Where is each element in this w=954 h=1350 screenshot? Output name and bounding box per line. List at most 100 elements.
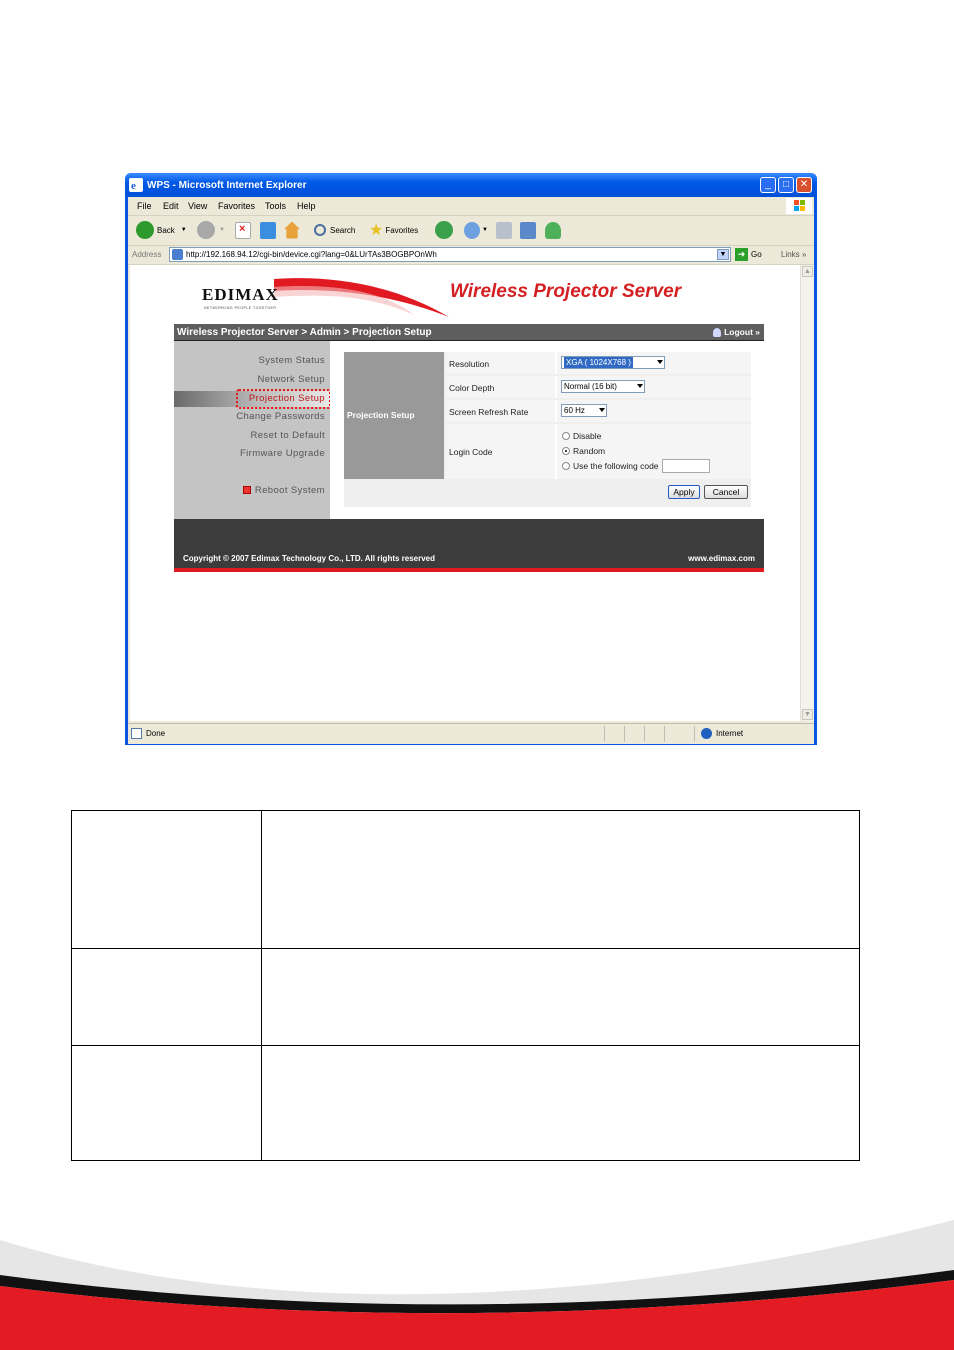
table-row bbox=[72, 948, 859, 1046]
edimax-logo: EDIMAX bbox=[202, 285, 279, 304]
refresh-rate-row: Screen Refresh Rate 60 Hz bbox=[446, 400, 751, 422]
page-icon bbox=[172, 249, 183, 260]
status-separator bbox=[694, 726, 695, 742]
refresh-button[interactable] bbox=[260, 220, 276, 240]
radio-random[interactable] bbox=[562, 447, 570, 455]
table-cell bbox=[72, 948, 262, 1045]
login-label-cell: Login Code bbox=[446, 424, 555, 479]
refresh-value-cell: 60 Hz bbox=[557, 400, 751, 422]
chevron-down-icon: ▼ bbox=[482, 227, 488, 233]
search-button[interactable]: Search bbox=[314, 220, 355, 240]
security-zone: Internet bbox=[716, 729, 744, 738]
messenger-button[interactable] bbox=[545, 220, 561, 240]
main-panel: Projection Setup Resolution XGA ( 1024X7… bbox=[330, 341, 764, 519]
refresh-label-cell: Screen Refresh Rate bbox=[446, 400, 555, 422]
refresh-label: Screen Refresh Rate bbox=[449, 407, 529, 417]
footer-red-stripe bbox=[174, 568, 764, 572]
menu-view[interactable]: View bbox=[188, 201, 207, 211]
description-table bbox=[71, 810, 860, 1161]
login-value-cell: Disable Random Use the following code bbox=[557, 424, 751, 479]
windows-flag-icon bbox=[786, 198, 812, 214]
go-arrow-icon: ➜ bbox=[735, 248, 748, 261]
close-button[interactable]: ✕ bbox=[796, 177, 812, 193]
login-option-disable[interactable]: Disable bbox=[562, 431, 601, 441]
address-dropdown[interactable]: ▼ bbox=[717, 249, 729, 260]
address-label: Address bbox=[132, 250, 162, 259]
home-icon bbox=[284, 221, 300, 239]
login-option-random[interactable]: Random bbox=[562, 446, 605, 456]
logout-link[interactable]: Logout » bbox=[713, 327, 760, 337]
refresh-rate-select[interactable]: 60 Hz bbox=[561, 404, 607, 417]
links-button[interactable]: Links » bbox=[781, 250, 806, 259]
resolution-value-cell: XGA ( 1024X768 ) bbox=[557, 352, 751, 374]
scroll-down-icon[interactable]: ▼ bbox=[802, 709, 813, 720]
breadcrumb: Wireless Projector Server > Admin > Proj… bbox=[177, 327, 432, 338]
vertical-scrollbar[interactable]: ▲ ▼ bbox=[800, 265, 814, 721]
status-separator bbox=[604, 726, 605, 742]
search-icon bbox=[314, 224, 326, 236]
history-icon bbox=[435, 221, 453, 239]
cancel-button[interactable]: Cancel bbox=[704, 485, 748, 499]
product-title: Wireless Projector Server bbox=[450, 281, 682, 302]
chevron-down-icon: ▼ bbox=[219, 227, 225, 233]
address-url: http://192.168.94.12/cgi-bin/device.cgi?… bbox=[186, 250, 437, 259]
radio-disable[interactable] bbox=[562, 432, 570, 440]
go-button[interactable]: ➜ Go bbox=[735, 248, 762, 261]
logo-tagline: NETWORKING PEOPLE TOGETHER bbox=[204, 306, 277, 310]
messenger-icon bbox=[545, 221, 561, 239]
resolution-value: XGA ( 1024X768 ) bbox=[564, 357, 633, 368]
resolution-row: Resolution XGA ( 1024X768 ) bbox=[446, 352, 751, 374]
menu-favorites[interactable]: Favorites bbox=[218, 201, 255, 211]
sidebar-item-firmware-upgrade[interactable]: Firmware Upgrade bbox=[240, 448, 325, 459]
stop-icon: × bbox=[235, 221, 251, 239]
section-title: Projection Setup bbox=[347, 410, 415, 420]
color-depth-select[interactable]: Normal (16 bit) bbox=[561, 380, 645, 393]
mail-button[interactable]: ▼ bbox=[464, 220, 488, 240]
sidebar: System Status Network Setup Projection S… bbox=[174, 341, 331, 519]
status-bar: Done Internet bbox=[128, 723, 814, 744]
edit-button[interactable] bbox=[520, 220, 536, 240]
status-text: Done bbox=[146, 729, 166, 738]
reboot-icon bbox=[242, 486, 251, 494]
address-input[interactable]: http://192.168.94.12/cgi-bin/device.cgi?… bbox=[169, 247, 731, 262]
page-done-icon bbox=[131, 728, 142, 739]
web-page: EDIMAX NETWORKING PEOPLE TOGETHER Wirele… bbox=[174, 265, 764, 575]
print-button[interactable] bbox=[496, 220, 512, 240]
random-label: Random bbox=[573, 446, 606, 456]
menu-edit[interactable]: Edit bbox=[163, 201, 179, 211]
login-option-custom[interactable]: Use the following code bbox=[562, 459, 710, 473]
forward-button[interactable]: ▼ bbox=[197, 220, 225, 240]
apply-button[interactable]: Apply bbox=[668, 485, 700, 499]
toolbar: Back ▼ ▼ × Search ★ Favorites ▼ bbox=[128, 216, 814, 246]
color-depth-value-cell: Normal (16 bit) bbox=[557, 376, 751, 398]
menu-file[interactable]: File bbox=[137, 201, 152, 211]
menu-help[interactable]: Help bbox=[297, 201, 316, 211]
history-button[interactable] bbox=[435, 220, 453, 240]
maximize-button[interactable]: □ bbox=[778, 177, 794, 193]
login-code-input[interactable] bbox=[661, 459, 710, 473]
sidebar-item-reset-to-default[interactable]: Reset to Default bbox=[250, 430, 325, 441]
refresh-value: 60 Hz bbox=[564, 406, 585, 415]
minimize-button[interactable]: _ bbox=[760, 177, 776, 193]
resolution-label-cell: Resolution bbox=[446, 352, 555, 374]
table-row bbox=[72, 1045, 859, 1160]
sidebar-item-reboot-system[interactable]: Reboot System bbox=[242, 485, 325, 496]
title-bar[interactable]: e WPS - Microsoft Internet Explorer _ □ … bbox=[125, 173, 817, 197]
stop-button[interactable]: × bbox=[235, 220, 251, 240]
sidebar-item-system-status[interactable]: System Status bbox=[259, 355, 325, 366]
links-label: Links bbox=[781, 250, 800, 259]
scroll-up-icon[interactable]: ▲ bbox=[802, 266, 813, 277]
sidebar-item-change-passwords[interactable]: Change Passwords bbox=[236, 411, 325, 422]
home-button[interactable] bbox=[284, 220, 300, 240]
sidebar-item-network-setup[interactable]: Network Setup bbox=[257, 374, 325, 385]
favorites-button[interactable]: ★ Favorites bbox=[369, 220, 418, 240]
swoosh-graphic bbox=[274, 278, 449, 317]
chevron-down-icon: ▼ bbox=[180, 227, 187, 233]
chevron-down-icon bbox=[657, 360, 663, 364]
site-url[interactable]: www.edimax.com bbox=[688, 554, 755, 563]
back-button[interactable]: Back ▼ bbox=[136, 220, 187, 240]
table-row bbox=[72, 811, 859, 949]
menu-tools[interactable]: Tools bbox=[265, 201, 286, 211]
radio-custom[interactable] bbox=[562, 462, 570, 470]
resolution-select[interactable]: XGA ( 1024X768 ) bbox=[561, 356, 665, 369]
